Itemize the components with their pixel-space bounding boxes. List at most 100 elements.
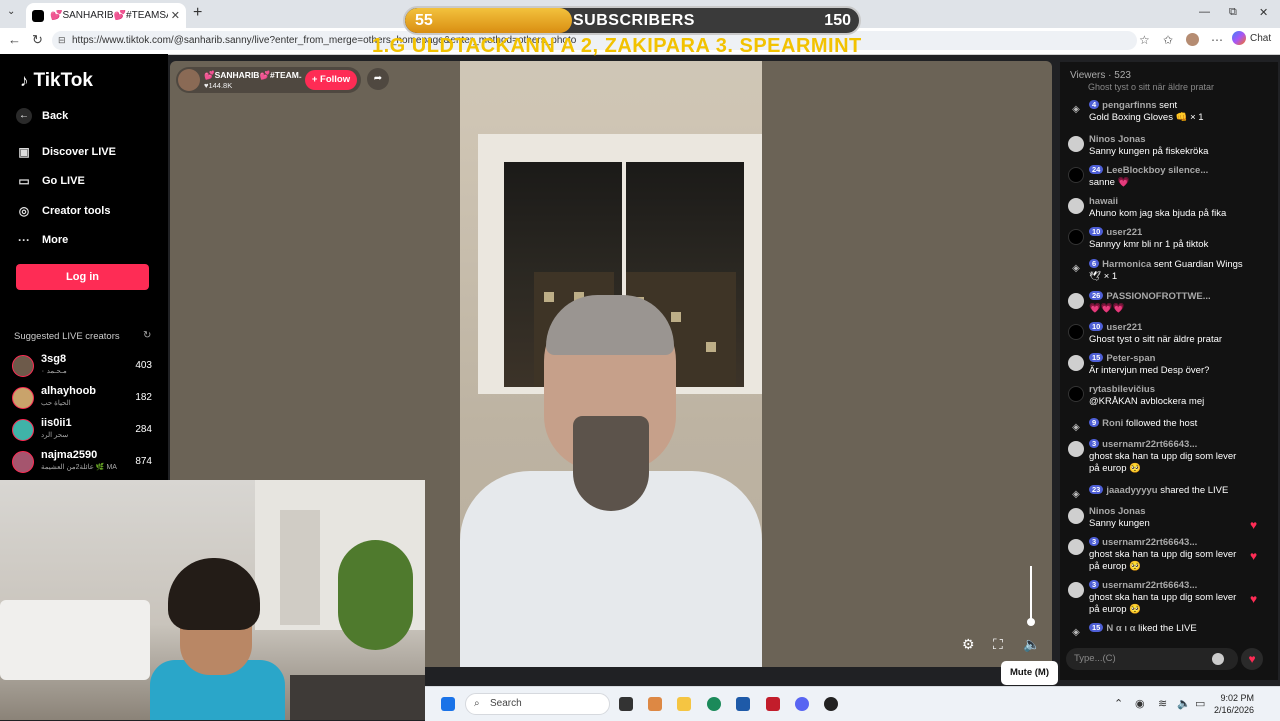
chat-username-line[interactable]: 6 Harmonica sent Guardian Wings [1089, 259, 1243, 270]
chat-username[interactable]: Harmonica [1102, 259, 1151, 270]
chat-username[interactable]: rytasbilevičius [1089, 384, 1155, 395]
sidebar-item-go-live[interactable]: ▭ Go LIVE [16, 174, 84, 188]
favorites-icon[interactable]: ✩ [1163, 33, 1173, 47]
copilot-chat-button[interactable]: Chat [1232, 31, 1271, 45]
avatar[interactable]: ◈ [1068, 102, 1084, 118]
chat-username[interactable]: user221 [1106, 227, 1142, 238]
chat-username[interactable]: usernamr22rt66643... [1102, 580, 1197, 591]
wifi-icon[interactable]: ≋ [1158, 697, 1167, 710]
avatar[interactable] [1068, 167, 1084, 183]
chat-username[interactable]: hawaii [1089, 196, 1118, 207]
sidebar-item-more[interactable]: ··· More [16, 233, 68, 247]
avatar[interactable] [1068, 136, 1084, 152]
chat-username-line[interactable]: 15 Ν α ι α liked the LIVE [1089, 623, 1197, 634]
host-info[interactable]: 💕SANHARIB💕#TEAM... ♥144.8K + Follow [176, 67, 361, 93]
fullscreen-icon[interactable]: ⛶ [993, 636, 1003, 653]
new-tab-button[interactable]: + [193, 4, 202, 22]
avatar[interactable] [1068, 539, 1084, 555]
chat-username-line[interactable]: 10 user221 [1089, 227, 1142, 238]
chat-username[interactable]: Peter-span [1106, 353, 1155, 364]
chat-username-line[interactable]: 3 usernamr22rt66643... [1089, 580, 1197, 591]
chat-username-line[interactable]: Ninos Jonas [1089, 506, 1146, 517]
chat-username[interactable]: LeeBlockboy silence... [1106, 165, 1208, 176]
task-view-icon[interactable] [619, 697, 633, 711]
chat-username[interactable]: Ninos Jonas [1089, 134, 1146, 145]
avatar[interactable]: ◈ [1068, 420, 1084, 436]
chat-username-line[interactable]: Ninos Jonas [1089, 134, 1146, 145]
avatar[interactable] [1068, 293, 1084, 309]
live-video[interactable] [460, 61, 762, 667]
copilot-app-icon[interactable] [648, 697, 662, 711]
chat-username-line[interactable]: 15 Peter-span [1089, 353, 1155, 364]
chat-username[interactable]: jaaadyyyyu [1106, 485, 1157, 496]
chat-username[interactable]: Ν α ι α [1106, 623, 1135, 634]
chat-username[interactable]: pengarfinns [1102, 100, 1156, 111]
tray-chevron-icon[interactable]: ⌃ [1114, 697, 1123, 710]
volume-knob[interactable] [1027, 618, 1035, 626]
back-button[interactable]: ← Back [16, 108, 68, 124]
avatar[interactable] [1068, 582, 1084, 598]
settings-gear-icon[interactable]: ⚙ [962, 636, 975, 653]
tray-app-icon[interactable]: ◉ [1135, 697, 1145, 710]
back-arrow-icon[interactable]: ← [8, 32, 21, 47]
chat-username-line[interactable]: 26 PASSIONOFROTTWE... [1089, 291, 1211, 302]
volume-icon[interactable]: 🔈 [1023, 636, 1040, 653]
avatar[interactable] [1068, 198, 1084, 214]
suggested-creator[interactable]: najma2590 عائلة2من العشيمة 🌿 MA 874 [12, 449, 158, 477]
bookmark-star-icon[interactable]: ☆ [1139, 33, 1150, 47]
avatar[interactable]: ◈ [1068, 487, 1084, 503]
avatar[interactable] [1068, 386, 1084, 402]
menu-dots-icon[interactable]: ⋯ [1211, 33, 1223, 47]
chat-username[interactable]: usernamr22rt66643... [1102, 537, 1197, 548]
obs-icon[interactable] [824, 697, 838, 711]
speaker-icon[interactable]: 🔈 [1177, 697, 1191, 710]
taskbar-clock[interactable]: 9:02 PM 2/16/2026 [1209, 692, 1254, 716]
chat-username-line[interactable]: 3 usernamr22rt66643... [1089, 439, 1197, 450]
site-info-icon[interactable]: ⊟ [58, 31, 66, 50]
store-icon[interactable] [736, 697, 750, 711]
refresh-icon[interactable]: ↻ [143, 330, 151, 341]
chat-username[interactable]: Roni [1102, 418, 1123, 429]
avatar[interactable] [1068, 229, 1084, 245]
reload-icon[interactable]: ↻ [32, 32, 43, 48]
minimize-icon[interactable]: — [1199, 6, 1210, 18]
login-button[interactable]: Log in [16, 264, 149, 290]
chat-username[interactable]: PASSIONOFROTTWE... [1106, 291, 1210, 302]
sidebar-item-discover-live[interactable]: ▣ Discover LIVE [16, 145, 116, 159]
chat-username[interactable]: user221 [1106, 322, 1142, 333]
chat-username[interactable]: usernamr22rt66643... [1102, 439, 1197, 450]
volume-slider[interactable] [1024, 566, 1038, 626]
chat-username-line[interactable]: 9 Roni followed the host [1089, 418, 1197, 429]
avatar[interactable]: ◈ [1068, 261, 1084, 277]
avatar[interactable] [1068, 508, 1084, 524]
avatar[interactable]: ◈ [1068, 625, 1084, 641]
avatar[interactable] [1068, 324, 1084, 340]
sidebar-item-creator-tools[interactable]: ◎ Creator tools [16, 204, 111, 218]
share-icon[interactable]: ➦ [367, 68, 389, 90]
close-window-icon[interactable]: ✕ [1259, 6, 1268, 19]
profile-avatar-icon[interactable] [1186, 33, 1199, 46]
avatar[interactable] [1068, 355, 1084, 371]
chat-username[interactable]: Ninos Jonas [1089, 506, 1146, 517]
chat-username-line[interactable]: 23 jaaadyyyyu shared the LIVE [1089, 485, 1228, 496]
chat-username-line[interactable]: 3 usernamr22rt66643... [1089, 537, 1197, 548]
suggested-creator[interactable]: 3sg8 مـحـمد ٠ 403 [12, 353, 158, 381]
follow-button[interactable]: + Follow [305, 70, 357, 90]
battery-icon[interactable]: ▭ [1195, 697, 1205, 710]
discord-icon[interactable] [795, 697, 809, 711]
chat-username-line[interactable]: hawaii [1089, 196, 1118, 207]
viewers-header[interactable]: Viewers · 523 [1070, 70, 1131, 81]
chat-username-line[interactable]: 10 user221 [1089, 322, 1142, 333]
adobe-icon[interactable] [766, 697, 780, 711]
chat-username-line[interactable]: 24 LeeBlockboy silence... [1089, 165, 1208, 176]
taskbar-search[interactable]: ⌕ Search [465, 693, 610, 715]
chat-username-line[interactable]: 4 pengarfinns sent [1089, 100, 1177, 111]
chat-username-line[interactable]: rytasbilevičius [1089, 384, 1155, 395]
avatar[interactable] [1068, 441, 1084, 457]
gift-heart-icon[interactable]: ♥ [1241, 648, 1263, 670]
restore-icon[interactable]: ⧉ [1229, 6, 1237, 19]
close-tab-icon[interactable]: ✕ [171, 9, 180, 22]
browser-tab[interactable]: 💕SANHARIB💕#TEAMSANHARIB ✕ [26, 3, 186, 28]
edge-icon[interactable] [707, 697, 721, 711]
suggested-creator[interactable]: alhayhoob الحياة حب 182 [12, 385, 158, 413]
